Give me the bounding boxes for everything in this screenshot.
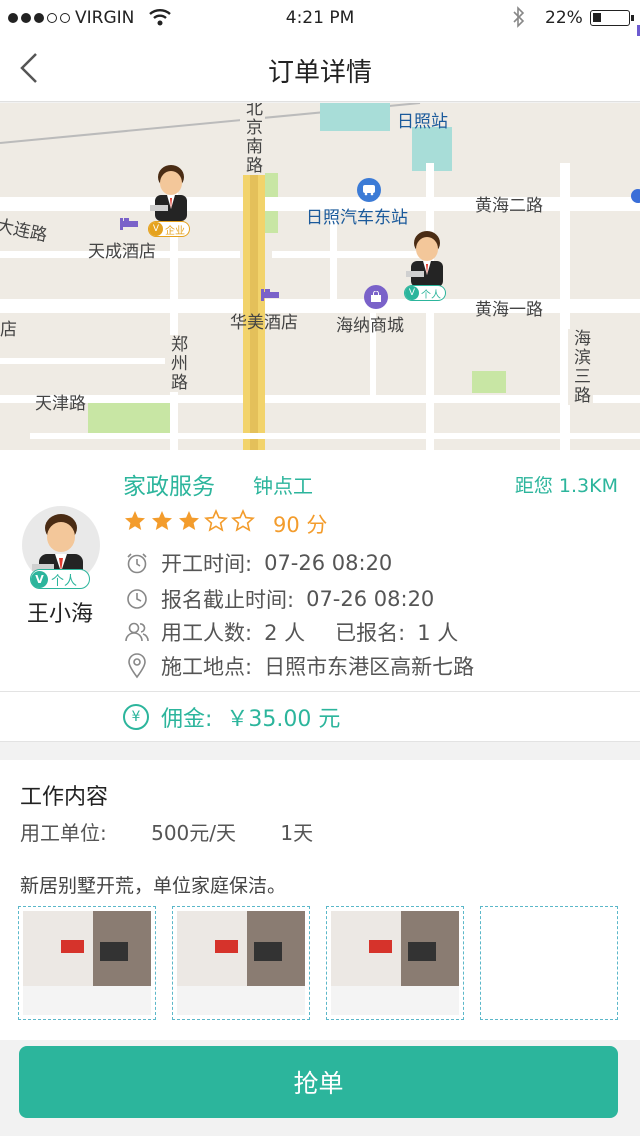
deadline-label: 报名截止时间: [161, 588, 295, 612]
commission-row: ¥ 佣金: ￥35.00 元 [123, 701, 340, 733]
alarm-clock-icon [123, 549, 151, 577]
map-label-haibin-3-road: 海滨三路 [568, 329, 593, 405]
star-empty-icon [231, 509, 255, 532]
location-row: 施工地点: 日照市东港区高新七路 [123, 651, 474, 681]
map-label-zhengzhou-road: 郑州路 [165, 335, 190, 392]
status-bar: VIRGIN 4:21 PM 22% [0, 0, 640, 39]
start-time-value: 07-26 08:20 [264, 551, 393, 575]
work-content-title: 工作内容 [20, 785, 109, 810]
room-photo [331, 911, 459, 1015]
workers-count: 2 人 [264, 621, 306, 645]
divider [0, 741, 640, 742]
map-label-fragment: 店 [0, 320, 17, 340]
marker-badge: V 个人 [404, 285, 446, 301]
work-photo[interactable] [172, 906, 310, 1020]
nav-bar: 订单详情 [0, 36, 640, 102]
map-label-tianjin-road: 天津路 [35, 394, 86, 414]
start-time-label: 开工时间: [161, 552, 253, 576]
map-roads [0, 103, 640, 450]
work-photo[interactable] [18, 906, 156, 1020]
room-photo [177, 911, 305, 1015]
yen-icon: ¥ [123, 704, 149, 730]
commission-label: 佣金: [161, 707, 213, 732]
worker-avatar-icon [406, 231, 443, 287]
map-label-huamei-hotel: 华美酒店 [230, 313, 298, 333]
shopping-bag-icon[interactable] [364, 285, 388, 309]
map-worker-marker-enterprise[interactable]: V 企业 [148, 163, 194, 237]
map-label-huanghai-1-road: 黄海一路 [475, 300, 543, 320]
work-duration: 1天 [280, 821, 314, 845]
map-label-tiancheng-hotel: 天成酒店 [88, 242, 156, 262]
rating-score: 90 分 [273, 513, 328, 537]
unit-price: 500元/天 [151, 821, 237, 845]
unit-label: 用工单位: [20, 821, 107, 845]
clock-icon [123, 585, 151, 613]
hotel-icon[interactable] [117, 212, 141, 236]
work-photo[interactable] [326, 906, 464, 1020]
workers-row: 用工人数: 2 人 已报名: 1 人 [123, 617, 458, 647]
deadline-row: 报名截止时间: 07-26 08:20 [123, 584, 434, 614]
battery-percent: 22% [545, 8, 583, 28]
room-photo [23, 911, 151, 1015]
commission-value: ￥35.00 元 [226, 707, 341, 732]
star-empty-icon [204, 509, 228, 532]
service-type: 家政服务 [123, 474, 215, 500]
battery-icon [590, 10, 640, 39]
page-title: 订单详情 [267, 58, 372, 88]
status-time: 4:21 PM [285, 8, 355, 28]
worker-avatar-icon [150, 165, 187, 221]
map-view[interactable]: 日照站 日照汽车东站 天成酒店 华美酒店 海纳商城 北京南路 黄海二路 黄海一路… [0, 103, 640, 450]
star-filled-icon [152, 511, 172, 530]
map-label-huanghai-2-road: 黄海二路 [475, 196, 543, 216]
signed-label: 已报名: [335, 621, 406, 645]
start-time-row: 开工时间: 07-26 08:20 [123, 548, 392, 578]
deadline-value: 07-26 08:20 [306, 587, 435, 611]
map-label-haina-mall: 海纳商城 [336, 316, 404, 336]
bluetooth-icon [513, 6, 525, 28]
star-filled-icon [179, 511, 199, 530]
work-description: 新居别墅开荒，单位家庭保洁。 [20, 875, 287, 897]
verified-icon: V [31, 570, 48, 588]
hotel-icon[interactable] [258, 283, 282, 307]
map-label-rizhao-station: 日照站 [397, 112, 448, 132]
rating-stars [123, 509, 255, 533]
bus-icon[interactable] [357, 178, 381, 202]
marker-badge: V 企业 [148, 221, 190, 237]
location-value: 日照市东港区高新七路 [264, 655, 475, 679]
workers-label: 用工人数: [161, 621, 253, 645]
map-worker-marker-personal[interactable]: V 个人 [404, 229, 450, 301]
map-label-beijing-south-road: 北京南路 [240, 103, 265, 175]
grab-order-button[interactable]: 抢单 [19, 1046, 618, 1118]
work-unit-row: 用工单位: 500元/天 1天 [20, 817, 351, 846]
badge-text: 个人 [51, 573, 78, 589]
location-label: 施工地点: [161, 655, 253, 679]
distance: 距您 1.3KM [514, 475, 618, 497]
signed-count: 1 人 [417, 621, 459, 645]
location-pin-icon [123, 652, 151, 680]
photo-placeholder[interactable] [480, 906, 618, 1020]
worker-name: 王小海 [26, 602, 93, 627]
worker-verify-badge: V 个人 [30, 569, 90, 589]
map-label-bus-station: 日照汽车东站 [306, 208, 408, 228]
users-icon [123, 618, 151, 646]
divider [0, 691, 640, 692]
star-filled-icon [125, 511, 145, 530]
job-type: 钟点工 [253, 474, 313, 498]
